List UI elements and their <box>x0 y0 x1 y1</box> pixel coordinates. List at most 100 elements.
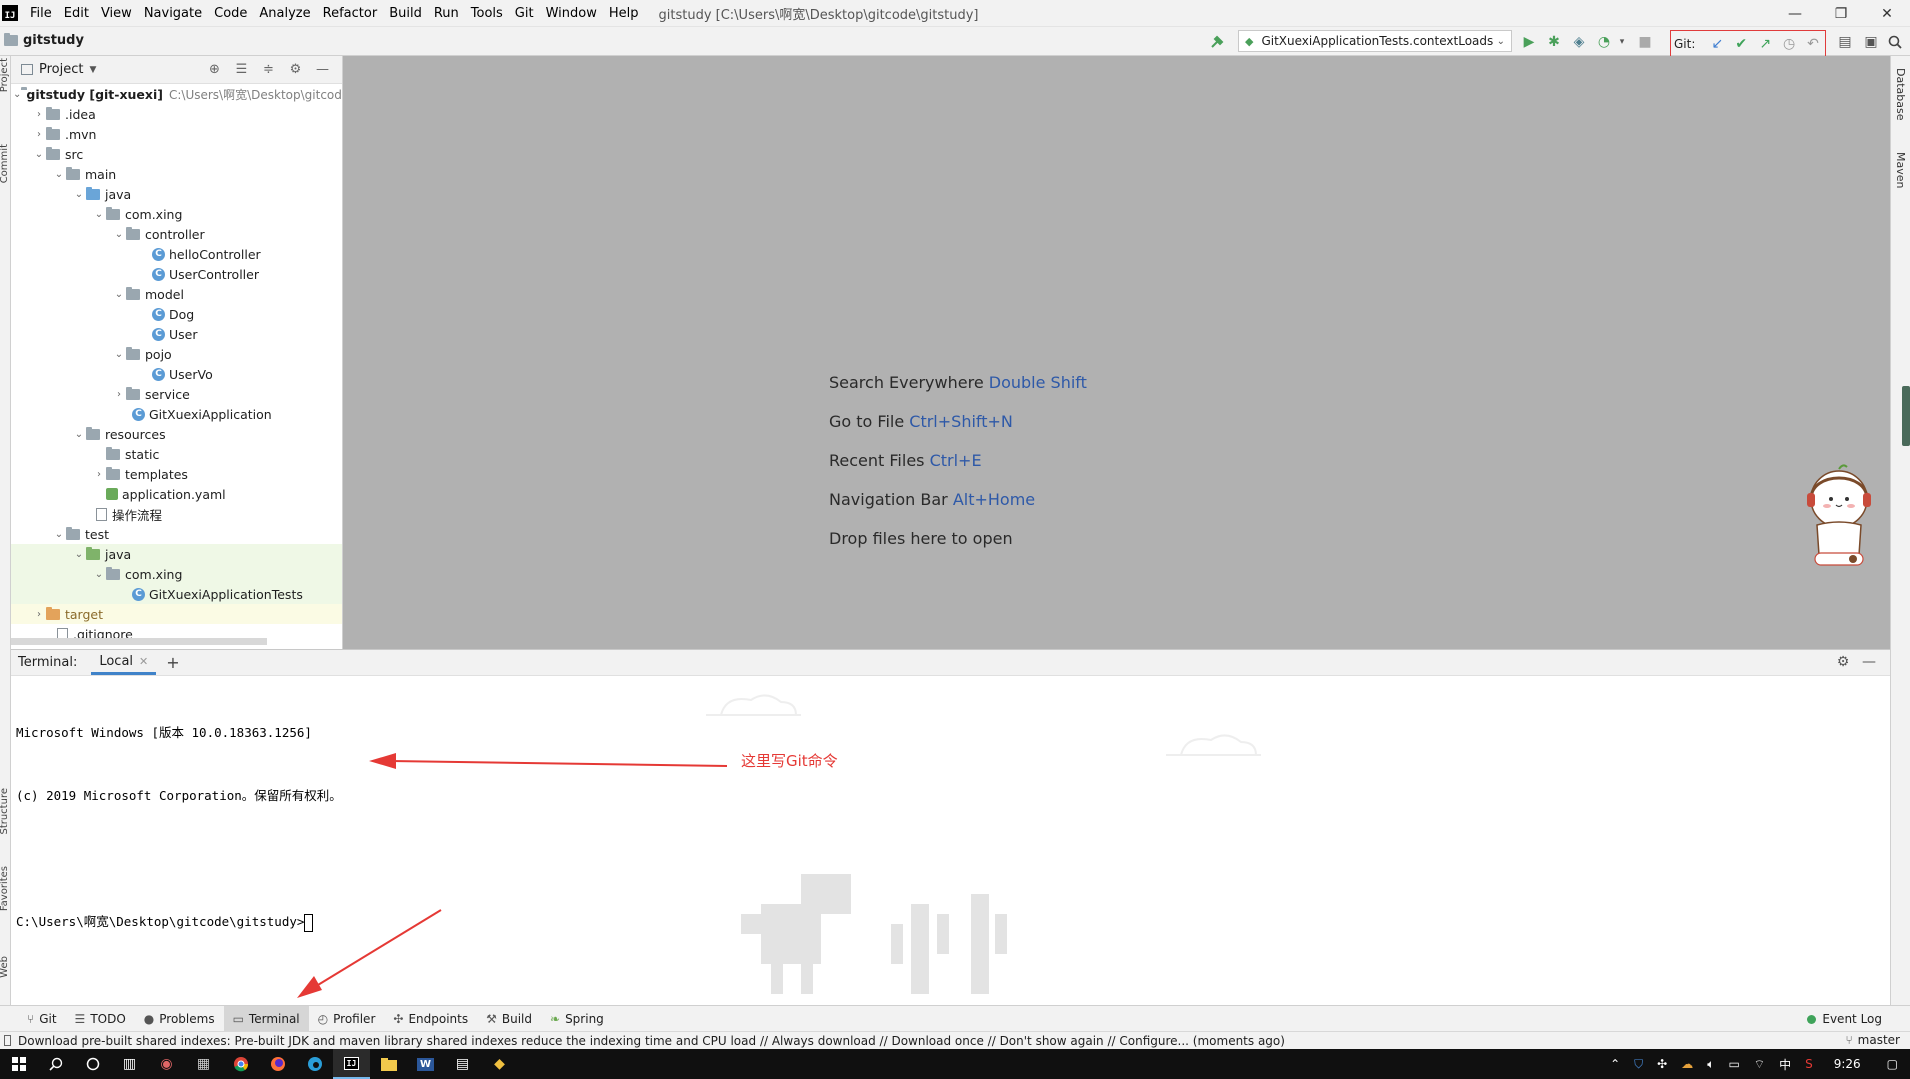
locate-icon[interactable]: ⊕ <box>201 62 228 77</box>
task-view-icon[interactable]: ▥ <box>111 1049 148 1079</box>
intellij-taskbar-icon[interactable]: IJ <box>333 1049 370 1079</box>
tree-item-application-yaml[interactable]: application.yaml <box>11 484 342 504</box>
tool-tab-build[interactable]: ⚒ Build <box>477 1006 541 1032</box>
menu-build[interactable]: Build <box>383 6 428 21</box>
horizontal-scrollbar[interactable] <box>11 638 267 645</box>
project-structure-icon[interactable]: ▤ <box>1836 33 1854 51</box>
battery-icon[interactable]: ▭ <box>1721 1057 1746 1071</box>
profile-icon[interactable]: ◔ <box>1595 33 1613 51</box>
notification-icon[interactable]: ▢ <box>1875 1057 1910 1071</box>
word-icon[interactable]: W <box>407 1049 444 1079</box>
speaker-icon[interactable]: 🔈︎ <box>1700 1057 1721 1072</box>
menu-git[interactable]: Git <box>509 6 540 21</box>
tool-window-maven[interactable]: Maven <box>1894 152 1907 188</box>
tree-item-controller[interactable]: ⌄ controller <box>11 224 342 244</box>
tree-item-main[interactable]: ⌄ main <box>11 164 342 184</box>
stop-icon[interactable]: ■ <box>1636 33 1654 51</box>
chevron-up-icon[interactable]: ⌃ <box>1603 1057 1627 1071</box>
menu-run[interactable]: Run <box>428 6 465 21</box>
editor-empty-area[interactable]: Search Everywhere Double Shift Go to Fil… <box>343 56 1890 649</box>
chevron-right-icon[interactable]: › <box>112 389 126 400</box>
close-button[interactable]: ✕ <box>1864 0 1910 27</box>
tree-item-templates[interactable]: › templates <box>11 464 342 484</box>
chevron-down-icon[interactable]: ⌄ <box>72 549 86 560</box>
clock[interactable]: 9:26 <box>1820 1057 1875 1071</box>
shield-icon[interactable]: ⛉ <box>1627 1057 1650 1072</box>
ime-s-icon[interactable]: S <box>1798 1057 1820 1071</box>
tree-item-package[interactable]: ⌄ com.xing <box>11 204 342 224</box>
tree-item-model[interactable]: ⌄ model <box>11 284 342 304</box>
tool-window-web[interactable]: Web <box>0 956 10 978</box>
coverage-icon[interactable]: ◈ <box>1570 33 1588 51</box>
tree-item-test-java[interactable]: ⌄ java <box>11 544 342 564</box>
status-toggle-icon[interactable] <box>4 1035 11 1046</box>
chevron-right-icon[interactable]: › <box>32 609 46 620</box>
menu-refactor[interactable]: Refactor <box>317 6 384 21</box>
tree-item-usercontroller[interactable]: C UserController <box>11 264 342 284</box>
build-hammer-icon[interactable] <box>1208 33 1226 51</box>
chevron-right-icon[interactable]: › <box>32 129 46 140</box>
git-tool-icon[interactable]: ◆ <box>481 1049 518 1079</box>
commit-icon[interactable]: ✔ <box>1729 36 1753 52</box>
status-message[interactable]: Download pre-built shared indexes: Pre-b… <box>18 1034 1285 1048</box>
debug-icon[interactable]: ✱ <box>1545 33 1563 51</box>
tool-tab-git[interactable]: ⑂ Git <box>18 1006 66 1032</box>
breadcrumb-project[interactable]: gitstudy <box>23 33 84 48</box>
tree-item-static[interactable]: static <box>11 444 342 464</box>
tree-item-application-tests[interactable]: C GitXuexiApplicationTests <box>11 584 342 604</box>
search-icon[interactable] <box>37 1049 74 1079</box>
cloud-sync-icon[interactable]: ☁ <box>1674 1057 1700 1071</box>
app-icon[interactable]: ◉ <box>148 1049 185 1079</box>
tree-item-java[interactable]: ⌄ java <box>11 184 342 204</box>
presentation-icon[interactable]: ▣ <box>1862 33 1880 51</box>
cortana-icon[interactable] <box>74 1049 111 1079</box>
chevron-down-icon[interactable]: ⌄ <box>13 89 21 100</box>
run-configuration-select[interactable]: ◆ GitXuexiApplicationTests.contextLoads … <box>1238 30 1512 52</box>
chevron-down-icon[interactable]: ⌄ <box>72 189 86 200</box>
tree-item-test-package[interactable]: ⌄ com.xing <box>11 564 342 584</box>
project-panel-title[interactable]: Project <box>39 62 83 77</box>
tool-window-project[interactable]: Project <box>0 58 10 92</box>
tree-item-hellocontroller[interactable]: C helloController <box>11 244 342 264</box>
expand-all-icon[interactable]: ☰ <box>228 62 255 77</box>
push-icon[interactable]: ↗ <box>1753 36 1777 52</box>
hide-icon[interactable]: — <box>309 62 336 77</box>
history-icon[interactable]: ◷ <box>1777 36 1801 52</box>
tool-tab-spring[interactable]: ❧ Spring <box>541 1006 613 1032</box>
tree-item-process-doc[interactable]: 操作流程 <box>11 504 342 524</box>
tool-window-database[interactable]: Database <box>1894 68 1907 121</box>
tree-item-src[interactable]: ⌄ src <box>11 144 342 164</box>
run-icon[interactable]: ▶ <box>1520 33 1538 51</box>
tree-item-target[interactable]: › target <box>11 604 342 624</box>
menu-code[interactable]: Code <box>208 6 253 21</box>
chevron-down-icon[interactable]: ⌄ <box>112 229 126 240</box>
event-log-button[interactable]: Event Log <box>1807 1006 1882 1032</box>
tree-item-mvn[interactable]: › .mvn <box>11 124 342 144</box>
tool-tab-problems[interactable]: ● Problems <box>135 1006 224 1032</box>
tree-item-dog[interactable]: C Dog <box>11 304 342 324</box>
edge-icon[interactable] <box>296 1049 333 1079</box>
windows-start-icon[interactable] <box>0 1049 37 1079</box>
menu-edit[interactable]: Edit <box>58 6 95 21</box>
gear-icon[interactable]: ⚙ <box>282 62 309 77</box>
minimize-button[interactable]: — <box>1772 0 1818 27</box>
wifi-icon[interactable]: ⌔ <box>1747 1057 1772 1072</box>
chevron-down-icon[interactable]: ⌄ <box>92 209 106 220</box>
chevron-down-icon[interactable]: ⌄ <box>112 349 126 360</box>
chevron-right-icon[interactable]: › <box>92 469 106 480</box>
update-project-icon[interactable]: ↙ <box>1705 36 1729 52</box>
tree-item-idea[interactable]: › .idea <box>11 104 342 124</box>
tree-item-test[interactable]: ⌄ test <box>11 524 342 544</box>
calculator-icon[interactable]: ▦ <box>185 1049 222 1079</box>
chevron-right-icon[interactable]: › <box>32 109 46 120</box>
maximize-button[interactable]: ❐ <box>1818 0 1864 27</box>
tree-item-user[interactable]: C User <box>11 324 342 344</box>
tool-window-structure[interactable]: Structure <box>0 788 10 835</box>
notepad-icon[interactable]: ▤ <box>444 1049 481 1079</box>
chevron-down-icon[interactable]: ▼ <box>89 65 96 75</box>
collapse-all-icon[interactable]: ≑ <box>255 62 282 77</box>
menu-navigate[interactable]: Navigate <box>138 6 208 21</box>
tool-tab-todo[interactable]: ☰ TODO <box>66 1006 135 1032</box>
menu-tools[interactable]: Tools <box>465 6 509 21</box>
tool-tab-profiler[interactable]: ◴ Profiler <box>309 1006 385 1032</box>
